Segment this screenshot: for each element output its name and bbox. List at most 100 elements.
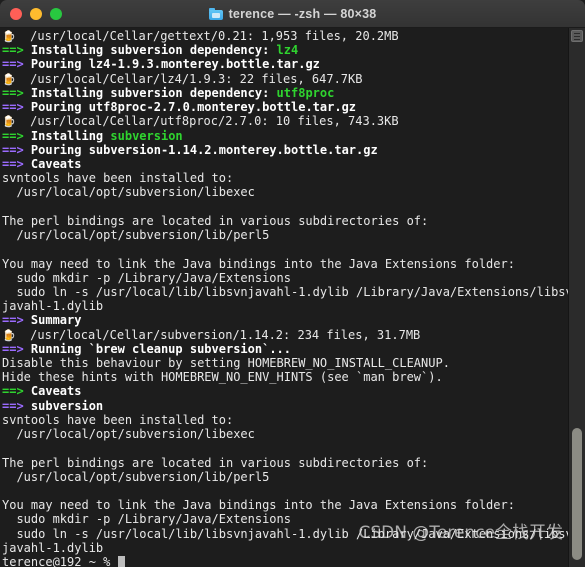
window-titlebar[interactable]: terence — -zsh — 80×38 xyxy=(0,0,585,28)
brew-arrow-icon: ==> xyxy=(2,142,31,157)
close-button[interactable] xyxy=(10,7,22,20)
terminal-line: /usr/local/opt/subversion/libexec xyxy=(2,185,568,199)
terminal-line-text: /usr/local/opt/subversion/lib/perl5 xyxy=(2,469,270,484)
terminal-line-text: svntools have been installed to: xyxy=(2,412,234,427)
terminal-line: ==> Caveats xyxy=(2,157,568,171)
terminal-line: The perl bindings are located in various… xyxy=(2,456,568,470)
terminal-line-text: sudo ln -s /usr/local/lib/libsvnjavahl-1… xyxy=(2,284,568,299)
terminal-line-text: Pouring lz4-1.9.3.monterey.bottle.tar.gz xyxy=(30,57,320,72)
terminal-line-text: /usr/local/Cellar/subversion/1.14.2: 234… xyxy=(15,327,421,342)
terminal-line: ==> Installing subversion xyxy=(2,129,568,143)
terminal-line: sudo ln -s /usr/local/lib/libsvnjavahl-1… xyxy=(2,285,568,299)
beer-mug-icon: 🍺 xyxy=(2,72,16,86)
window-title: terence — -zsh — 80×38 xyxy=(228,6,377,21)
terminal-line-text: Pouring subversion-1.14.2.monterey.bottl… xyxy=(30,142,378,157)
terminal-line: ==> Installing subversion dependency: ut… xyxy=(2,86,568,100)
terminal-line: ==> Pouring lz4-1.9.3.monterey.bottle.ta… xyxy=(2,57,568,71)
terminal-line: sudo mkdir -p /Library/Java/Extensions xyxy=(2,512,568,526)
terminal-line-text: Caveats xyxy=(30,384,82,399)
terminal-line: ==> Summary xyxy=(2,313,568,327)
brew-arrow-icon: ==> xyxy=(2,100,31,115)
terminal-line: javahl-1.dylib xyxy=(2,299,568,313)
terminal-line-text: /usr/local/opt/subversion/libexec xyxy=(2,185,255,200)
terminal-line: /usr/local/opt/subversion/lib/perl5 xyxy=(2,470,568,484)
terminal-line-text: javahl-1.dylib xyxy=(2,299,104,314)
terminal-line-text: /usr/local/opt/subversion/lib/perl5 xyxy=(2,228,270,243)
terminal-line-text: Disable this behaviour by setting HOMEBR… xyxy=(2,356,450,371)
terminal-line-text: Pouring utf8proc-2.7.0.monterey.bottle.t… xyxy=(30,100,357,115)
beer-mug-icon: 🍺 xyxy=(2,328,16,342)
terminal-line: ==> Pouring subversion-1.14.2.monterey.b… xyxy=(2,143,568,157)
window-title-group: terence — -zsh — 80×38 xyxy=(0,0,585,27)
brew-arrow-icon: ==> xyxy=(2,398,31,413)
terminal-line: ==> Running `brew cleanup subversion`... xyxy=(2,342,568,356)
terminal-window: terence — -zsh — 80×38 🍺 /usr/local/Cell… xyxy=(0,0,585,567)
beer-mug-icon: 🍺 xyxy=(2,30,16,43)
terminal-line-text: sudo mkdir -p /Library/Java/Extensions xyxy=(2,270,291,285)
traffic-lights xyxy=(0,7,62,20)
terminal-line-text: Running `brew cleanup subversion`... xyxy=(30,341,291,356)
text-cursor xyxy=(117,556,125,567)
terminal-line-text: The perl bindings are located in various… xyxy=(2,213,429,228)
terminal-line-text xyxy=(2,242,9,256)
terminal-line: sudo mkdir -p /Library/Java/Extensions xyxy=(2,271,568,285)
terminal-output[interactable]: 🍺 /usr/local/Cellar/gettext/0.21: 1,953 … xyxy=(0,28,568,567)
terminal-line-text xyxy=(2,441,9,455)
terminal-line-text xyxy=(2,200,9,214)
terminal-line: svntools have been installed to: xyxy=(2,171,568,185)
terminal-line-text: Installing xyxy=(30,128,111,143)
terminal-line-text: /usr/local/Cellar/gettext/0.21: 1,953 fi… xyxy=(15,29,399,43)
package-name: lz4 xyxy=(276,43,299,58)
brew-arrow-icon: ==> xyxy=(2,341,31,356)
brew-arrow-icon: ==> xyxy=(2,384,31,399)
terminal-line xyxy=(2,242,568,256)
terminal-line: javahl-1.dylib xyxy=(2,541,568,555)
package-name: utf8proc xyxy=(276,85,335,100)
terminal-line: 🍺 /usr/local/Cellar/utf8proc/2.7.0: 10 f… xyxy=(2,114,568,128)
terminal-line: 🍺 /usr/local/Cellar/lz4/1.9.3: 22 files,… xyxy=(2,72,568,86)
maximize-button[interactable] xyxy=(50,7,62,20)
terminal-line-text: Caveats xyxy=(30,156,82,171)
terminal-line: ==> Pouring utf8proc-2.7.0.monterey.bott… xyxy=(2,100,568,114)
terminal-line-text: /usr/local/Cellar/utf8proc/2.7.0: 10 fil… xyxy=(15,114,399,129)
terminal-line: ==> subversion xyxy=(2,399,568,413)
package-name: subversion xyxy=(110,128,183,143)
terminal-line-text: javahl-1.dylib xyxy=(2,540,104,555)
terminal-line: ==> Installing subversion dependency: lz… xyxy=(2,43,568,57)
terminal-line-text: /usr/local/Cellar/lz4/1.9.3: 22 files, 6… xyxy=(15,71,363,86)
scrollbar-menu-icon[interactable] xyxy=(571,30,583,42)
terminal-body[interactable]: 🍺 /usr/local/Cellar/gettext/0.21: 1,953 … xyxy=(0,28,585,567)
brew-arrow-icon: ==> xyxy=(2,156,31,171)
terminal-line-text: subversion xyxy=(30,398,104,413)
scrollbar-thumb[interactable] xyxy=(572,428,582,560)
shell-prompt-line[interactable]: terence@192 ~ % xyxy=(2,555,568,567)
terminal-line-text: /usr/local/opt/subversion/libexec xyxy=(2,427,255,442)
terminal-line-text: Hide these hints with HOMEBREW_NO_ENV_HI… xyxy=(2,370,443,385)
terminal-line: 🍺 /usr/local/Cellar/subversion/1.14.2: 2… xyxy=(2,328,568,342)
brew-arrow-icon: ==> xyxy=(2,43,31,58)
terminal-line: 🍺 /usr/local/Cellar/gettext/0.21: 1,953 … xyxy=(2,29,568,43)
terminal-line xyxy=(2,441,568,455)
terminal-line: /usr/local/opt/subversion/libexec xyxy=(2,427,568,441)
brew-arrow-icon: ==> xyxy=(2,57,31,72)
terminal-line: Disable this behaviour by setting HOMEBR… xyxy=(2,356,568,370)
terminal-line-text: svntools have been installed to: xyxy=(2,171,234,186)
terminal-line-text: sudo mkdir -p /Library/Java/Extensions xyxy=(2,512,291,527)
vertical-scrollbar[interactable] xyxy=(568,28,585,567)
beer-mug-icon: 🍺 xyxy=(2,115,16,129)
terminal-line-text: You may need to link the Java bindings i… xyxy=(2,498,515,513)
folder-icon xyxy=(208,7,223,20)
terminal-line-text: Summary xyxy=(30,313,82,328)
terminal-line-text: The perl bindings are located in various… xyxy=(2,455,429,470)
shell-prompt-text: terence@192 ~ % xyxy=(2,555,118,567)
terminal-line-text: You may need to link the Java bindings i… xyxy=(2,256,515,271)
brew-arrow-icon: ==> xyxy=(2,313,31,328)
terminal-line: sudo ln -s /usr/local/lib/libsvnjavahl-1… xyxy=(2,527,568,541)
terminal-line: You may need to link the Java bindings i… xyxy=(2,498,568,512)
terminal-line-text xyxy=(2,484,9,498)
terminal-line-text: sudo ln -s /usr/local/lib/libsvnjavahl-1… xyxy=(2,526,568,541)
terminal-line: /usr/local/opt/subversion/lib/perl5 xyxy=(2,228,568,242)
minimize-button[interactable] xyxy=(30,7,42,20)
terminal-line xyxy=(2,200,568,214)
terminal-line-text: Installing subversion dependency: xyxy=(30,85,277,100)
